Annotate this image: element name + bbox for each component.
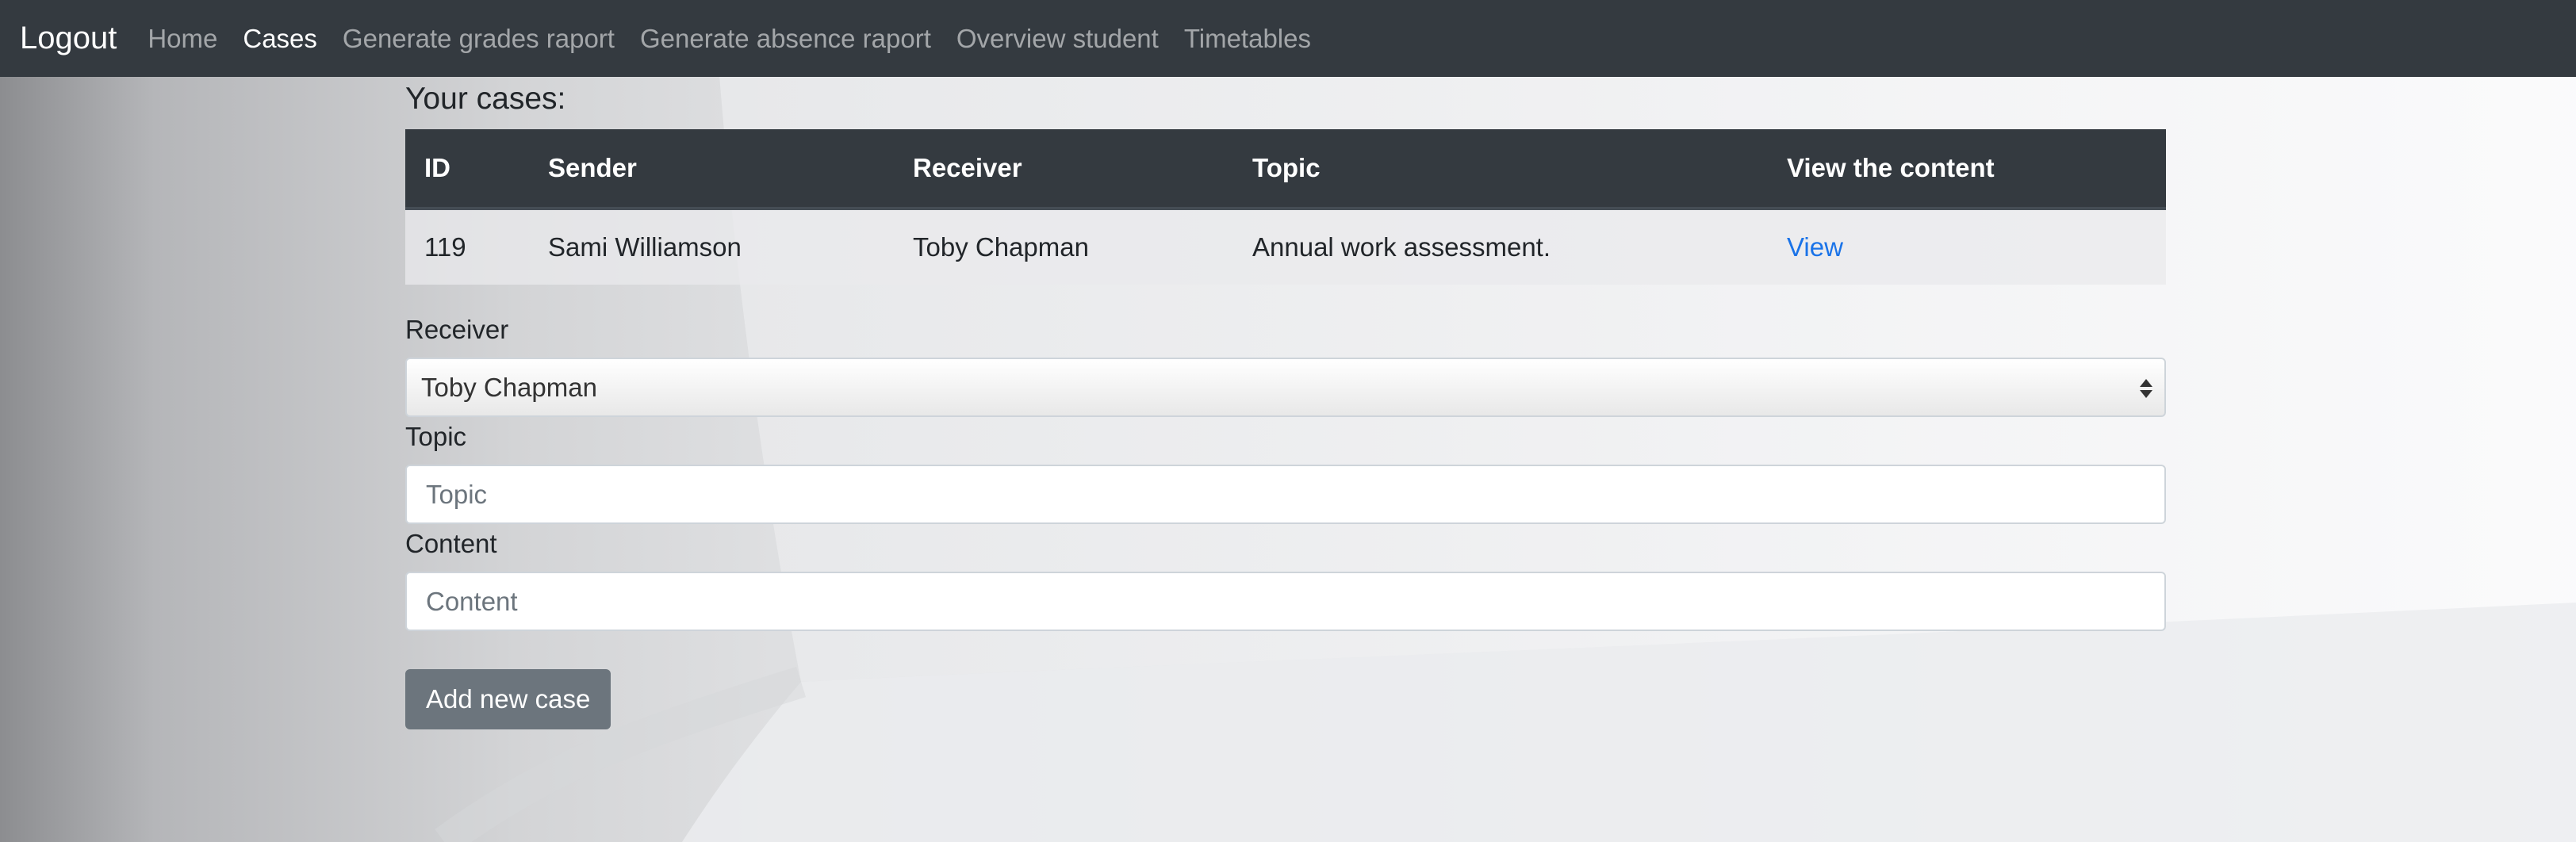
topic-label: Topic [405, 422, 467, 451]
cell-sender: Sami Williamson [548, 232, 742, 262]
content-label: Content [405, 529, 497, 558]
column-header-sender: Sender [529, 129, 894, 210]
cases-table: ID Sender Receiver Topic View the conten… [405, 129, 2166, 285]
nav-home[interactable]: Home [135, 24, 230, 54]
receiver-select[interactable]: Toby Chapman [405, 358, 2166, 417]
receiver-label: Receiver [405, 315, 509, 344]
add-new-case-button[interactable]: Add new case [405, 669, 611, 729]
column-header-id: ID [405, 129, 529, 210]
page-title: Your cases: [405, 82, 566, 116]
topic-input[interactable]: Topic [405, 465, 2166, 524]
cell-topic: Annual work assessment. [1252, 232, 1551, 262]
nav-overview-student[interactable]: Overview student [944, 24, 1171, 54]
nav-links: Home Cases Generate grades raport Genera… [135, 24, 1324, 54]
main-content: Your cases: ID Sender Receiver Topic Vie… [405, 77, 2166, 729]
topic-placeholder: Topic [426, 479, 488, 509]
nav-cases[interactable]: Cases [230, 24, 330, 54]
table-row: 119 Sami Williamson Toby Chapman Annual … [405, 209, 2166, 285]
top-navbar: Logout Home Cases Generate grades raport… [0, 0, 2576, 77]
table-header-row: ID Sender Receiver Topic View the conten… [405, 129, 2166, 210]
content-input[interactable]: Content [405, 572, 2166, 631]
cell-id: 119 [424, 232, 466, 262]
content-placeholder: Content [426, 586, 518, 616]
column-header-receiver: Receiver [894, 129, 1233, 210]
cell-view: View [1768, 209, 2166, 285]
column-header-view: View the content [1768, 129, 2166, 210]
column-header-topic: Topic [1233, 129, 1768, 210]
nav-grades-raport[interactable]: Generate grades raport [330, 24, 627, 54]
receiver-selected-value: Toby Chapman [421, 372, 597, 402]
view-content-link[interactable]: View [1787, 232, 1843, 262]
logout-link[interactable]: Logout [20, 21, 117, 56]
nav-absence-raport[interactable]: Generate absence raport [627, 24, 944, 54]
select-arrows-icon [2140, 379, 2152, 398]
nav-timetables[interactable]: Timetables [1171, 24, 1324, 54]
cell-receiver: Toby Chapman [913, 232, 1089, 262]
